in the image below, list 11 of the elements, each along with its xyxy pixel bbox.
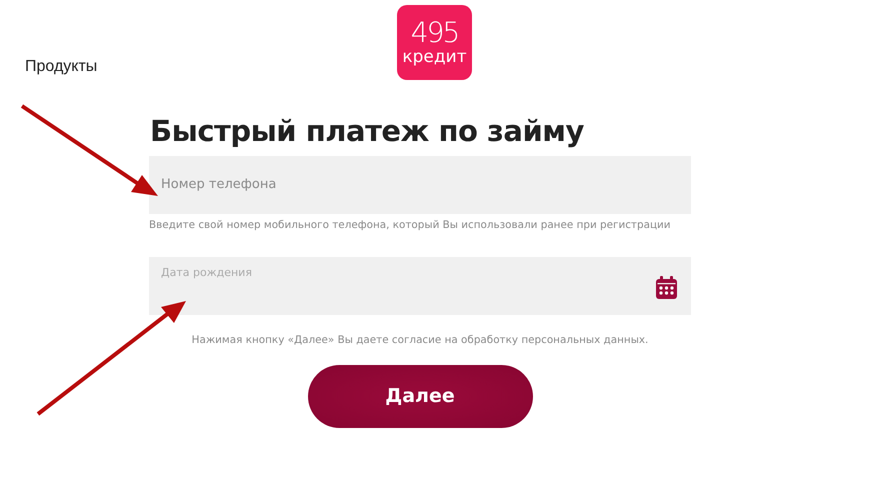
nav-link[interactable]: Продукты [25,55,98,79]
logo[interactable]: 495 кредит [397,5,472,80]
page-title: Быстрый платеж по займу [150,114,585,149]
logo-number: 495 [410,19,458,47]
next-button[interactable]: Далее [308,365,532,428]
calendar-icon[interactable] [656,276,677,300]
help-text: Введите свой номер мобильного телефона, который Вы использовали ранее при регистрации [149,218,672,233]
logo-word: кредит [402,49,467,66]
date-field[interactable]: Дата рождения [149,257,691,316]
consent-text: Нажимая кнопку «Далее» Вы даете согласие на обработку персональных данных. [190,333,650,348]
phone-field[interactable]: Номер телефона [149,156,691,214]
